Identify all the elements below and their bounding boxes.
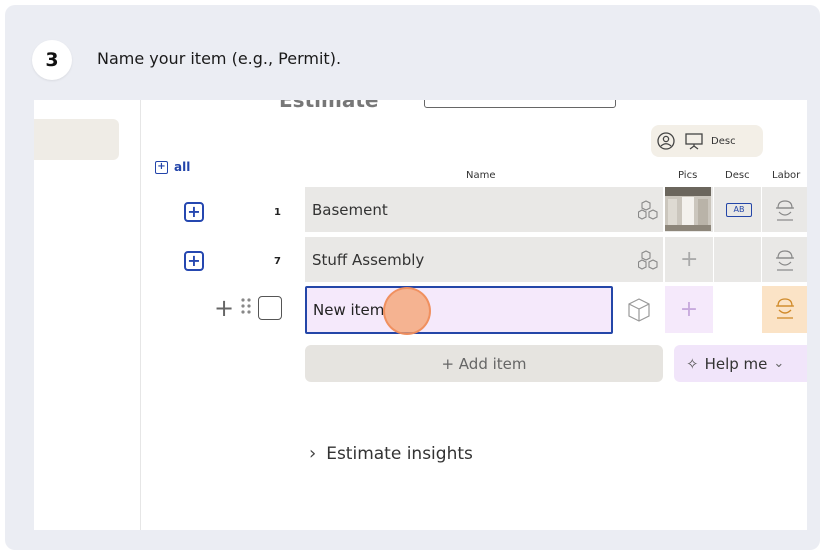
column-header-desc: Desc (725, 170, 750, 181)
desc-cell[interactable] (714, 286, 761, 333)
add-photo-cell[interactable]: + (663, 237, 713, 283)
chevron-down-icon: ⌄ (773, 356, 785, 371)
table-row[interactable]: Basement AB (305, 187, 807, 234)
labor-cell-highlight[interactable] (762, 286, 807, 333)
cube-icon (613, 286, 664, 333)
description-badge: AB (726, 203, 752, 217)
labor-cell[interactable] (761, 237, 807, 283)
column-header-name: Name (466, 170, 496, 181)
row-expand-button[interactable]: + (184, 251, 204, 271)
estimate-insights-toggle[interactable]: › Estimate insights (309, 443, 473, 464)
desc-cell[interactable]: AB (713, 187, 761, 233)
help-me-button[interactable]: ✧ Help me ⌄ (674, 345, 807, 382)
column-toggle-group: Desc (651, 125, 763, 157)
sidebar (34, 100, 141, 530)
item-name-cell[interactable]: Basement (305, 187, 636, 233)
app-screenshot: Estimate Desc + all Name Pics Desc Labor… (34, 100, 807, 530)
plus-icon[interactable]: + (214, 296, 234, 320)
column-header-pics: Pics (678, 170, 698, 181)
item-photo[interactable] (663, 187, 713, 233)
row-number: 7 (274, 256, 281, 267)
step-number-badge: 3 (32, 40, 72, 80)
estimate-insights-label: Estimate insights (326, 443, 473, 464)
desc-toggle-label[interactable]: Desc (711, 136, 736, 147)
drag-handle-icon[interactable] (240, 297, 252, 319)
row-number: 1 (274, 207, 281, 218)
step-instruction: Name your item (e.g., Permit). (97, 49, 342, 68)
estimate-title: Estimate (279, 100, 379, 112)
desc-cell[interactable] (713, 237, 761, 283)
plus-icon: + (680, 247, 699, 272)
help-me-label: Help me (704, 354, 768, 373)
click-indicator (383, 287, 431, 335)
hard-hat-icon (774, 198, 796, 226)
row-expand-button[interactable]: + (184, 202, 204, 222)
plus-square-icon: + (155, 160, 168, 174)
sparkle-icon: ✧ (686, 354, 699, 373)
estimate-name-field[interactable] (424, 100, 616, 108)
tutorial-card: 3 Name your item (e.g., Permit). Estimat… (5, 5, 820, 550)
assembly-icon (636, 187, 663, 233)
chevron-right-icon: › (309, 443, 317, 464)
plus-icon: + (679, 297, 699, 322)
row-checkbox[interactable] (258, 296, 283, 320)
new-row-controls: + (214, 296, 283, 320)
item-name-cell[interactable]: Stuff Assembly (305, 237, 636, 283)
expand-all-label: all (174, 160, 191, 174)
new-item-name-input[interactable]: New item (305, 286, 613, 334)
hard-hat-icon (774, 296, 796, 324)
presentation-icon[interactable] (683, 130, 705, 152)
assembly-icon (636, 237, 663, 283)
user-circle-icon[interactable] (655, 130, 677, 152)
hard-hat-icon (774, 248, 796, 276)
column-header-labor: Labor (772, 170, 801, 181)
table-row[interactable]: Stuff Assembly + (305, 237, 807, 284)
add-photo-cell[interactable]: + (665, 286, 713, 333)
labor-cell[interactable] (761, 187, 807, 233)
add-item-button[interactable]: + Add item (305, 345, 663, 382)
sidebar-active-item[interactable] (34, 119, 119, 160)
expand-all-button[interactable]: + all (155, 160, 190, 174)
